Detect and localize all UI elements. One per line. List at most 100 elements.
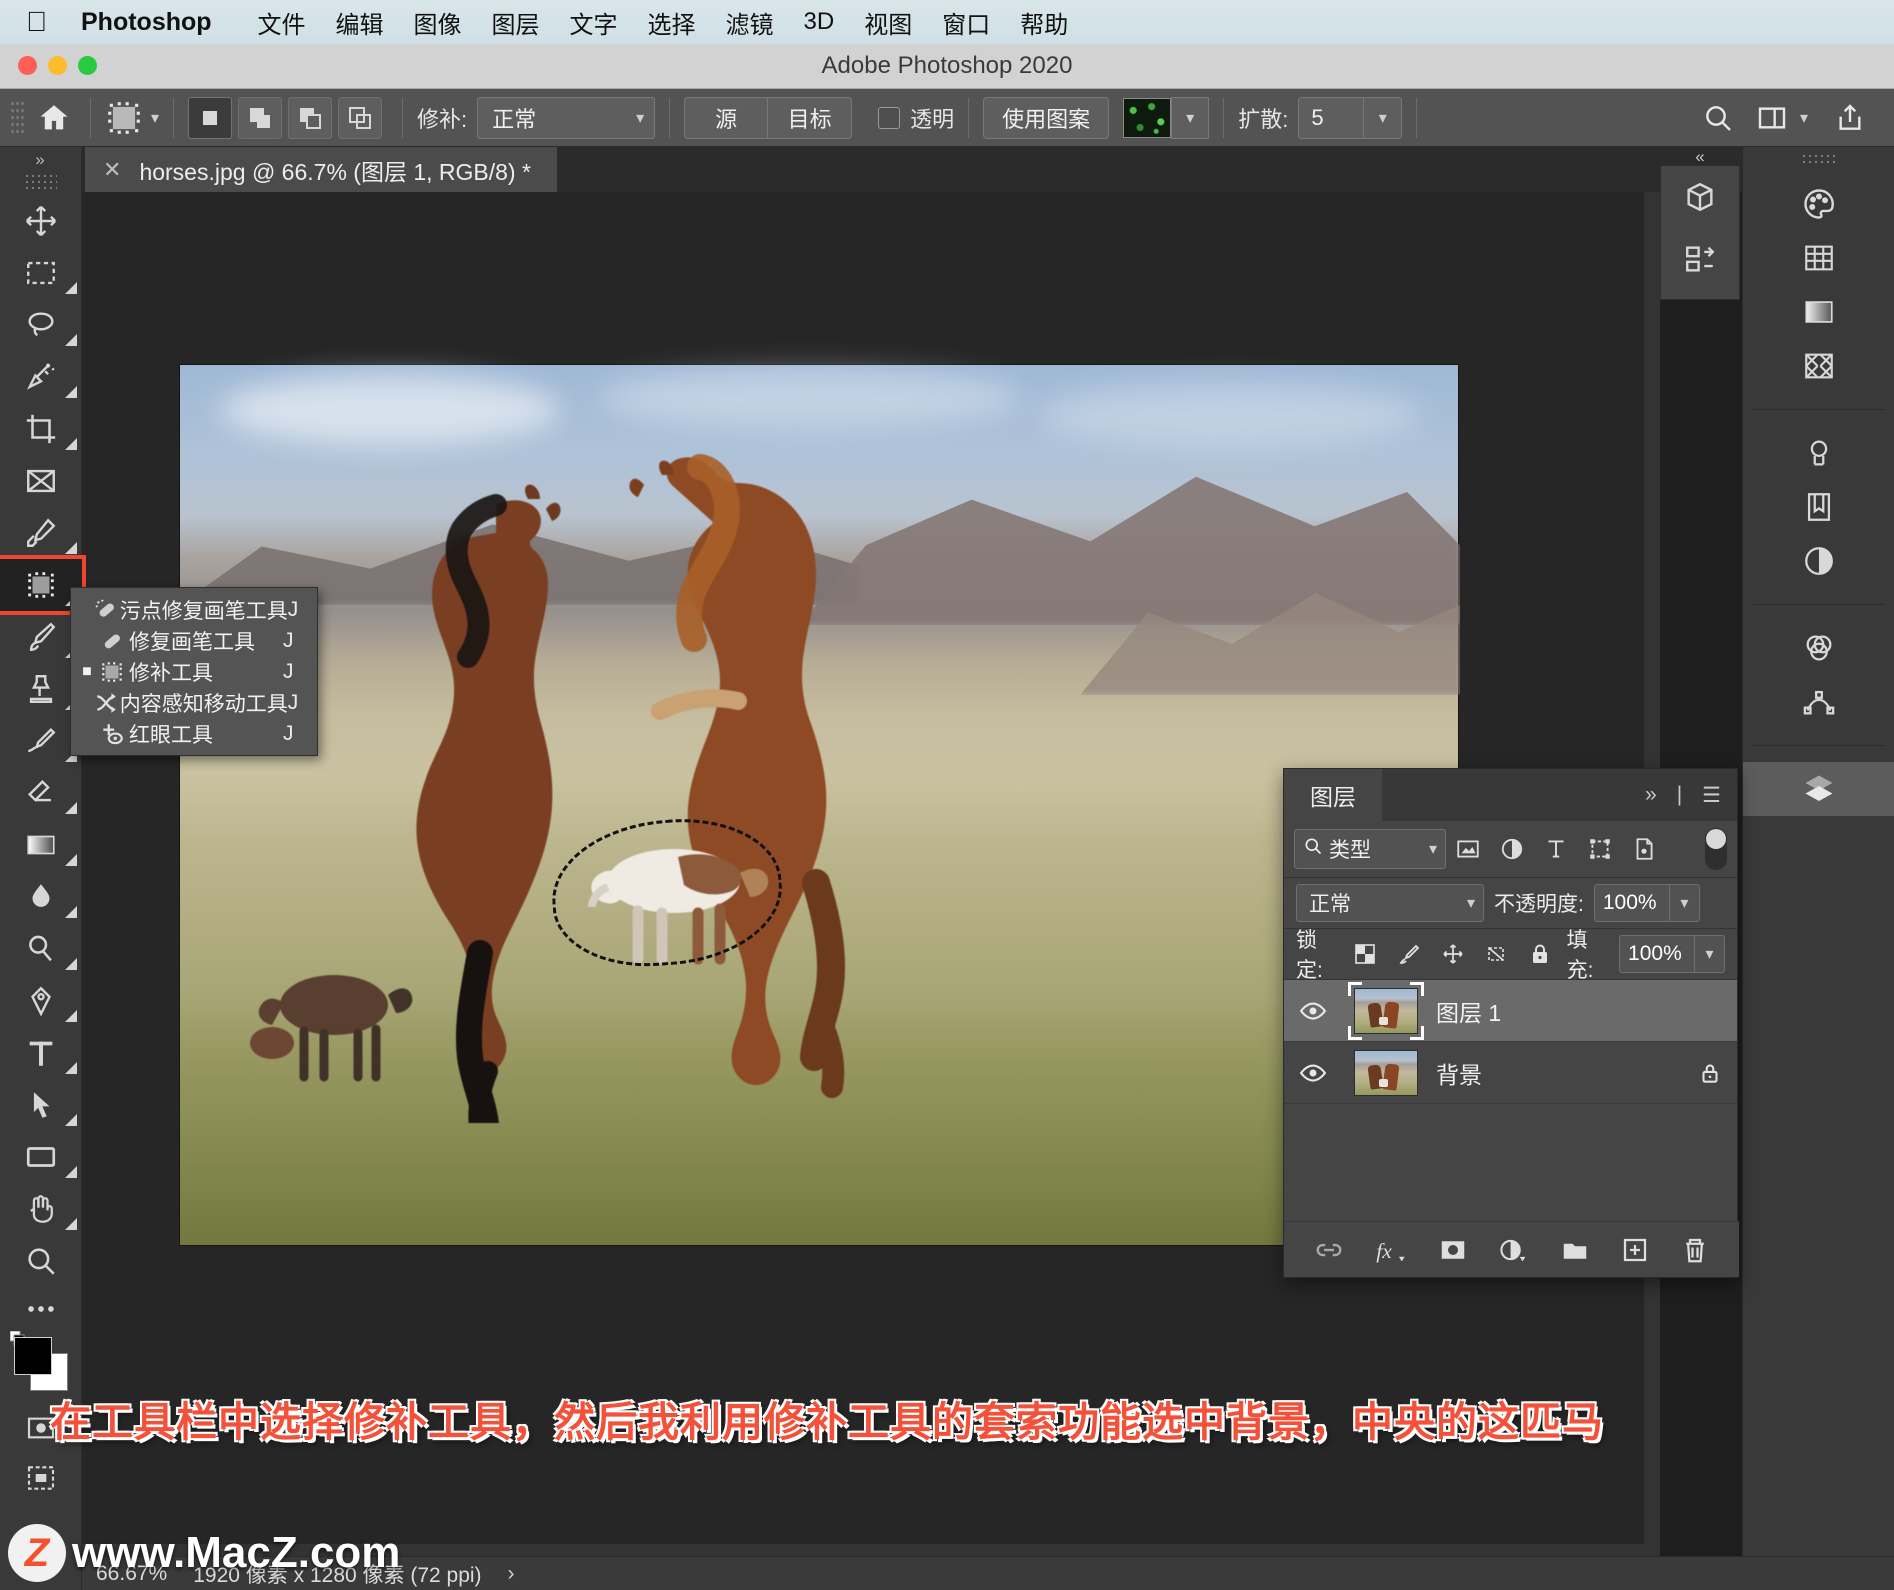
dodge-tool[interactable] bbox=[0, 923, 82, 975]
layer-thumbnail[interactable] bbox=[1342, 981, 1430, 1040]
tools-panel-grip[interactable] bbox=[24, 173, 57, 189]
diffusion-value[interactable]: 5 bbox=[1298, 96, 1365, 139]
patch-mode-select[interactable]: 正常 ▾ bbox=[477, 96, 656, 139]
edit-toolbar-button[interactable] bbox=[0, 1287, 82, 1331]
menu-item-image[interactable]: 图像 bbox=[399, 5, 477, 40]
lock-all-icon[interactable] bbox=[1523, 935, 1557, 973]
layer-name[interactable]: 图层 1 bbox=[1430, 994, 1737, 1028]
share-icon[interactable] bbox=[1828, 96, 1872, 140]
type-filter-icon[interactable] bbox=[1534, 829, 1578, 869]
paths-panel-icon[interactable] bbox=[1743, 675, 1894, 729]
3d-panel-icon[interactable] bbox=[1661, 166, 1739, 228]
object-selection-tool[interactable] bbox=[0, 351, 82, 403]
chevron-down-icon[interactable]: ▾ bbox=[1364, 96, 1403, 139]
add-fx-icon[interactable]: fx bbox=[1374, 1235, 1408, 1265]
menu-item-healing-brush-tool[interactable]: 修复画笔工具 J bbox=[71, 625, 317, 656]
add-layer-mask-icon[interactable] bbox=[1438, 1235, 1468, 1265]
lock-artboard-nesting-icon[interactable] bbox=[1479, 935, 1513, 973]
smart-object-filter-icon[interactable] bbox=[1622, 829, 1666, 869]
chevron-down-icon[interactable]: ▾ bbox=[151, 108, 159, 128]
chevron-right-icon[interactable]: › bbox=[508, 1562, 515, 1586]
menu-item-help[interactable]: 帮助 bbox=[1005, 5, 1083, 40]
layer-filter-select[interactable]: 类型 ▾ bbox=[1294, 829, 1446, 869]
layer-visibility-icon[interactable] bbox=[1284, 1058, 1342, 1088]
gradient-tool[interactable] bbox=[0, 819, 82, 871]
link-layers-icon[interactable] bbox=[1314, 1235, 1344, 1265]
hand-tool[interactable] bbox=[0, 1183, 82, 1235]
panel-rail-grip[interactable] bbox=[1801, 153, 1836, 167]
filter-enable-toggle[interactable] bbox=[1705, 828, 1727, 870]
new-layer-icon[interactable] bbox=[1620, 1235, 1650, 1265]
menu-item-spot-healing-brush-tool[interactable]: 污点修复画笔工具 J bbox=[71, 594, 317, 625]
collapse-panels-icon[interactable]: « bbox=[1660, 147, 1740, 167]
eyedropper-tool[interactable] bbox=[0, 507, 82, 559]
menu-item-photoshop[interactable]: Photoshop bbox=[81, 8, 227, 37]
intersect-selection-icon[interactable] bbox=[338, 96, 383, 139]
menu-item-file[interactable]: 文件 bbox=[243, 5, 321, 40]
channels-panel-icon[interactable] bbox=[1743, 621, 1894, 675]
table-row[interactable]: 图层 1 bbox=[1284, 980, 1737, 1042]
opacity-value[interactable]: 100% bbox=[1593, 884, 1670, 922]
source-button[interactable]: 源 bbox=[684, 96, 769, 139]
menu-item-patch-tool[interactable]: ■ 修补工具 J bbox=[71, 656, 317, 687]
maximize-window-button[interactable] bbox=[78, 56, 97, 75]
menu-item-edit[interactable]: 编辑 bbox=[321, 5, 399, 40]
swatches-panel-icon[interactable] bbox=[1743, 231, 1894, 285]
shape-filter-icon[interactable] bbox=[1578, 829, 1622, 869]
menu-item-type[interactable]: 文字 bbox=[555, 5, 633, 40]
document-tab[interactable]: ✕ horses.jpg @ 66.7% (图层 1, RGB/8) * bbox=[85, 147, 557, 192]
pixel-filter-icon[interactable] bbox=[1446, 829, 1490, 869]
menu-item-layer[interactable]: 图层 bbox=[477, 5, 555, 40]
fill-value[interactable]: 100% bbox=[1619, 935, 1696, 973]
chevron-down-icon[interactable]: ▾ bbox=[1800, 108, 1808, 128]
destination-button[interactable]: 目标 bbox=[768, 96, 853, 139]
menu-item-view[interactable]: 视图 bbox=[849, 5, 927, 40]
new-selection-icon[interactable] bbox=[188, 96, 233, 139]
menu-item-filter[interactable]: 滤镜 bbox=[711, 5, 789, 40]
close-icon[interactable]: ✕ bbox=[103, 157, 121, 183]
add-selection-icon[interactable] bbox=[238, 96, 283, 139]
horses-photo[interactable] bbox=[180, 365, 1460, 1245]
menu-item-3d[interactable]: 3D bbox=[789, 8, 850, 36]
expand-panel-icon[interactable]: » bbox=[0, 147, 81, 173]
type-tool[interactable] bbox=[0, 1027, 82, 1079]
workspace-icon[interactable] bbox=[1750, 96, 1794, 140]
options-bar-grip[interactable] bbox=[10, 99, 26, 136]
zoom-tool[interactable] bbox=[0, 1235, 82, 1287]
new-adjustment-layer-icon[interactable] bbox=[1498, 1235, 1530, 1265]
transparent-checkbox-row[interactable]: 透明 bbox=[878, 102, 954, 134]
use-pattern-button[interactable]: 使用图案 bbox=[983, 96, 1110, 139]
pen-tool[interactable] bbox=[0, 975, 82, 1027]
pattern-picker[interactable]: ▾ bbox=[1123, 96, 1210, 139]
table-row[interactable]: 背景 bbox=[1284, 1042, 1737, 1104]
adjustments-panel-icon[interactable] bbox=[1743, 426, 1894, 480]
lock-all-icon[interactable] bbox=[1683, 1060, 1737, 1086]
panel-menu-icon[interactable]: ☰ bbox=[1692, 783, 1737, 808]
diffusion-stepper[interactable]: 5 ▾ bbox=[1298, 96, 1403, 139]
lasso-tool[interactable] bbox=[0, 299, 82, 351]
frame-tool[interactable] bbox=[0, 455, 82, 507]
new-group-icon[interactable] bbox=[1560, 1235, 1590, 1265]
home-icon[interactable] bbox=[32, 96, 76, 140]
menu-item-select[interactable]: 选择 bbox=[633, 5, 711, 40]
delete-layer-icon[interactable] bbox=[1680, 1235, 1710, 1265]
timeline-panel-icon[interactable] bbox=[1661, 228, 1739, 290]
gradients-panel-icon[interactable] bbox=[1743, 285, 1894, 339]
double-chevron-right-icon[interactable]: » bbox=[1635, 783, 1667, 807]
adjustment-filter-icon[interactable] bbox=[1490, 829, 1534, 869]
transparent-checkbox[interactable] bbox=[878, 106, 901, 129]
path-selection-tool[interactable] bbox=[0, 1079, 82, 1131]
properties-panel-icon[interactable] bbox=[1743, 534, 1894, 588]
chevron-down-icon[interactable]: ▾ bbox=[1669, 884, 1700, 922]
lock-transparent-pixels-icon[interactable] bbox=[1348, 935, 1382, 973]
layer-thumbnail[interactable] bbox=[1342, 1049, 1430, 1096]
libraries-panel-icon[interactable] bbox=[1743, 480, 1894, 534]
rectangular-marquee-tool[interactable] bbox=[0, 247, 82, 299]
menu-item-content-aware-move-tool[interactable]: 内容感知移动工具 J bbox=[71, 687, 317, 718]
subtract-selection-icon[interactable] bbox=[288, 96, 333, 139]
lock-image-pixels-icon[interactable] bbox=[1392, 935, 1426, 973]
search-icon[interactable] bbox=[1696, 96, 1740, 140]
eraser-tool[interactable] bbox=[0, 767, 82, 819]
minimize-window-button[interactable] bbox=[48, 56, 67, 75]
patterns-panel-icon[interactable] bbox=[1743, 339, 1894, 393]
